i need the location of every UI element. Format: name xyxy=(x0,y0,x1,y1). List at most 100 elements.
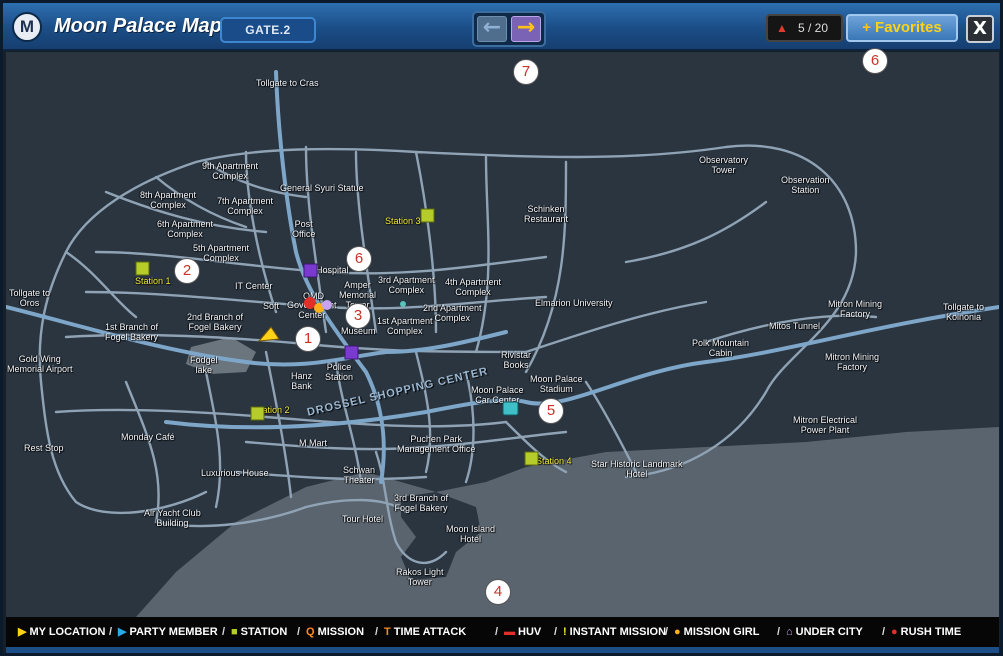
callout-6: 6 xyxy=(346,246,372,272)
label-puchen-park: Puchen Park Management Office xyxy=(397,434,476,454)
back-arrow-button[interactable]: ← xyxy=(477,16,507,42)
plus-icon: + xyxy=(862,19,872,36)
label-tollgate-cras: Tollgate to Cras xyxy=(256,78,319,88)
label-station-4: Station 4 xyxy=(536,456,572,466)
legend-separator: / xyxy=(297,626,301,638)
legend-separator: / xyxy=(495,626,499,638)
huv-icon: ▬ xyxy=(504,626,515,638)
label-police-station: Police Station xyxy=(325,362,354,382)
legend-label: MY LOCATION xyxy=(29,626,106,638)
label-schinken: Schinken Restaurant xyxy=(524,204,569,224)
label-moon-palace-stadium: Moon Palace Stadium xyxy=(530,374,583,394)
callout-4: 4 xyxy=(485,579,511,605)
logo-icon: M xyxy=(12,12,42,42)
legend-item-time-attack: T TIME ATTACK xyxy=(384,617,466,647)
legend-label: MISSION GIRL xyxy=(683,626,760,638)
callout-7: 7 xyxy=(513,59,539,85)
rush-time-icon: ● xyxy=(891,626,898,638)
title-bar: M Moon Palace Map GATE.2 ← → ▲ 5 / 20 + F… xyxy=(3,3,1000,51)
legend-label: TIME ATTACK xyxy=(393,626,467,638)
map-window: M Moon Palace Map GATE.2 ← → ▲ 5 / 20 + F… xyxy=(0,0,1003,656)
my-location-icon[interactable] xyxy=(257,325,281,343)
label-post-office: Post Office xyxy=(292,219,316,239)
label-apt7: 7th Apartment Complex xyxy=(217,196,274,216)
legend-item-under-city: ⌂ UNDER CITY xyxy=(786,617,863,647)
legend-separator: / xyxy=(222,626,226,638)
label-gold-wing: Gold Wing Memorial Airport xyxy=(7,354,73,374)
label-observatory-tower: Observatory Tower xyxy=(699,155,749,175)
callout-2: 2 xyxy=(174,258,200,284)
city-map[interactable]: Tollgate to Cras 9th Apartment Complex 8… xyxy=(6,52,999,617)
legend-item-station: ■ STATION xyxy=(231,617,287,647)
favorites-label: Favorites xyxy=(875,19,942,36)
label-moon-island: Moon Island Hotel xyxy=(446,524,496,544)
legend-separator: / xyxy=(109,626,113,638)
label-apt6: 6th Apartment Complex xyxy=(157,219,214,239)
legend-item-party-member: ▶ PARTY MEMBER xyxy=(118,617,218,647)
instant-mission-icon: ! xyxy=(563,626,567,638)
label-apt5: 5th Apartment Complex xyxy=(193,243,250,263)
legend-item-mission: Q MISSION xyxy=(306,617,364,647)
legend-label: UNDER CITY xyxy=(795,626,863,638)
label-tollgate-oros: Tollgate to Oros xyxy=(9,288,51,308)
label-apt9: 9th Apartment Complex xyxy=(202,161,259,181)
legend-separator: / xyxy=(375,626,379,638)
under-city-icon: ⌂ xyxy=(786,626,793,638)
station-1-icon[interactable] xyxy=(135,261,151,277)
label-mmart: M Mart xyxy=(299,438,327,448)
close-button[interactable]: X xyxy=(966,15,994,43)
label-star-historic: Star Historic Landmark Hotel xyxy=(591,459,683,479)
mission-girl-icon: ● xyxy=(674,626,681,638)
under-city-icon[interactable] xyxy=(303,263,319,279)
favorites-counter: ▲ 5 / 20 xyxy=(766,14,843,42)
navigation-group: ← → xyxy=(472,11,546,47)
label-monday-cafe: Monday Café xyxy=(121,432,175,442)
label-observation-station: Observation Station xyxy=(781,175,830,195)
label-polk-cabin: Polk Mountain Cabin xyxy=(692,338,750,358)
legend-item-mission-girl: ● MISSION GIRL xyxy=(674,617,759,647)
legend-item-rush-time: ● RUSH TIME xyxy=(891,617,961,647)
station-icon: ■ xyxy=(231,626,238,638)
label-apt1: 1st Apartment Complex xyxy=(377,316,433,336)
legend-label: MISSION xyxy=(317,626,365,638)
counter-text: 5 / 20 xyxy=(798,21,829,35)
legend-label: PARTY MEMBER xyxy=(129,626,218,638)
mission-icon: Q xyxy=(306,626,315,638)
label-branch1-bakery: 1st Branch of Fogel Bakery xyxy=(105,322,159,342)
legend-separator: / xyxy=(554,626,558,638)
station-4-icon[interactable] xyxy=(524,451,540,467)
map-legend: ▶ MY LOCATION / ▶ PARTY MEMBER / ■ STATION / Q MIS… xyxy=(6,617,999,647)
label-tollgate-koinonia: Tollgate to Koinonia xyxy=(943,302,985,322)
legend-label: INSTANT MISSION xyxy=(569,626,667,638)
legend-separator: / xyxy=(882,626,886,638)
label-elmarion: Elmarion University xyxy=(535,298,613,308)
time-attack-icon: T xyxy=(384,626,391,638)
label-fodgel-lake: Fodgel lake xyxy=(190,355,218,375)
label-rakos-light: Rakos Light Tower xyxy=(396,567,444,587)
label-hanz-bank: Hanz Bank xyxy=(291,371,313,391)
legend-label: STATION xyxy=(240,626,288,638)
label-mitron-mining-1: Mitron Mining Factory xyxy=(828,299,883,319)
label-rivistar: Rivistar Books xyxy=(501,350,532,370)
callout-6-favorites: 6 xyxy=(862,48,888,74)
label-rest-stop: Rest Stop xyxy=(24,443,64,453)
favorites-button[interactable]: + Favorites xyxy=(846,14,958,42)
under-city-icon-2[interactable] xyxy=(344,345,360,361)
label-mitron-mining-2: Mitron Mining Factory xyxy=(825,352,880,372)
label-mitos-tunnel: Mitos Tunnel xyxy=(769,321,821,331)
rush-time-icon[interactable] xyxy=(303,296,333,320)
forward-arrow-button[interactable]: → xyxy=(511,16,541,42)
bottom-strip xyxy=(6,647,999,653)
label-air-yacht: Air Yacht Club Building xyxy=(144,508,201,528)
station-2-icon[interactable] xyxy=(250,406,266,422)
huv-icon[interactable] xyxy=(502,401,520,417)
label-hospital: Hospital xyxy=(316,265,349,275)
station-3-icon[interactable] xyxy=(420,208,436,224)
label-apt4: 4th Apartment Complex xyxy=(445,277,502,297)
legend-item-instant-mission: ! INSTANT MISSION xyxy=(563,617,666,647)
label-soft: Soft xyxy=(263,301,280,311)
legend-item-huv: ▬ HUV xyxy=(504,617,541,647)
legend-label: HUV xyxy=(518,626,542,638)
flame-icon: ▲ xyxy=(776,21,788,35)
legend-label: RUSH TIME xyxy=(900,626,962,638)
